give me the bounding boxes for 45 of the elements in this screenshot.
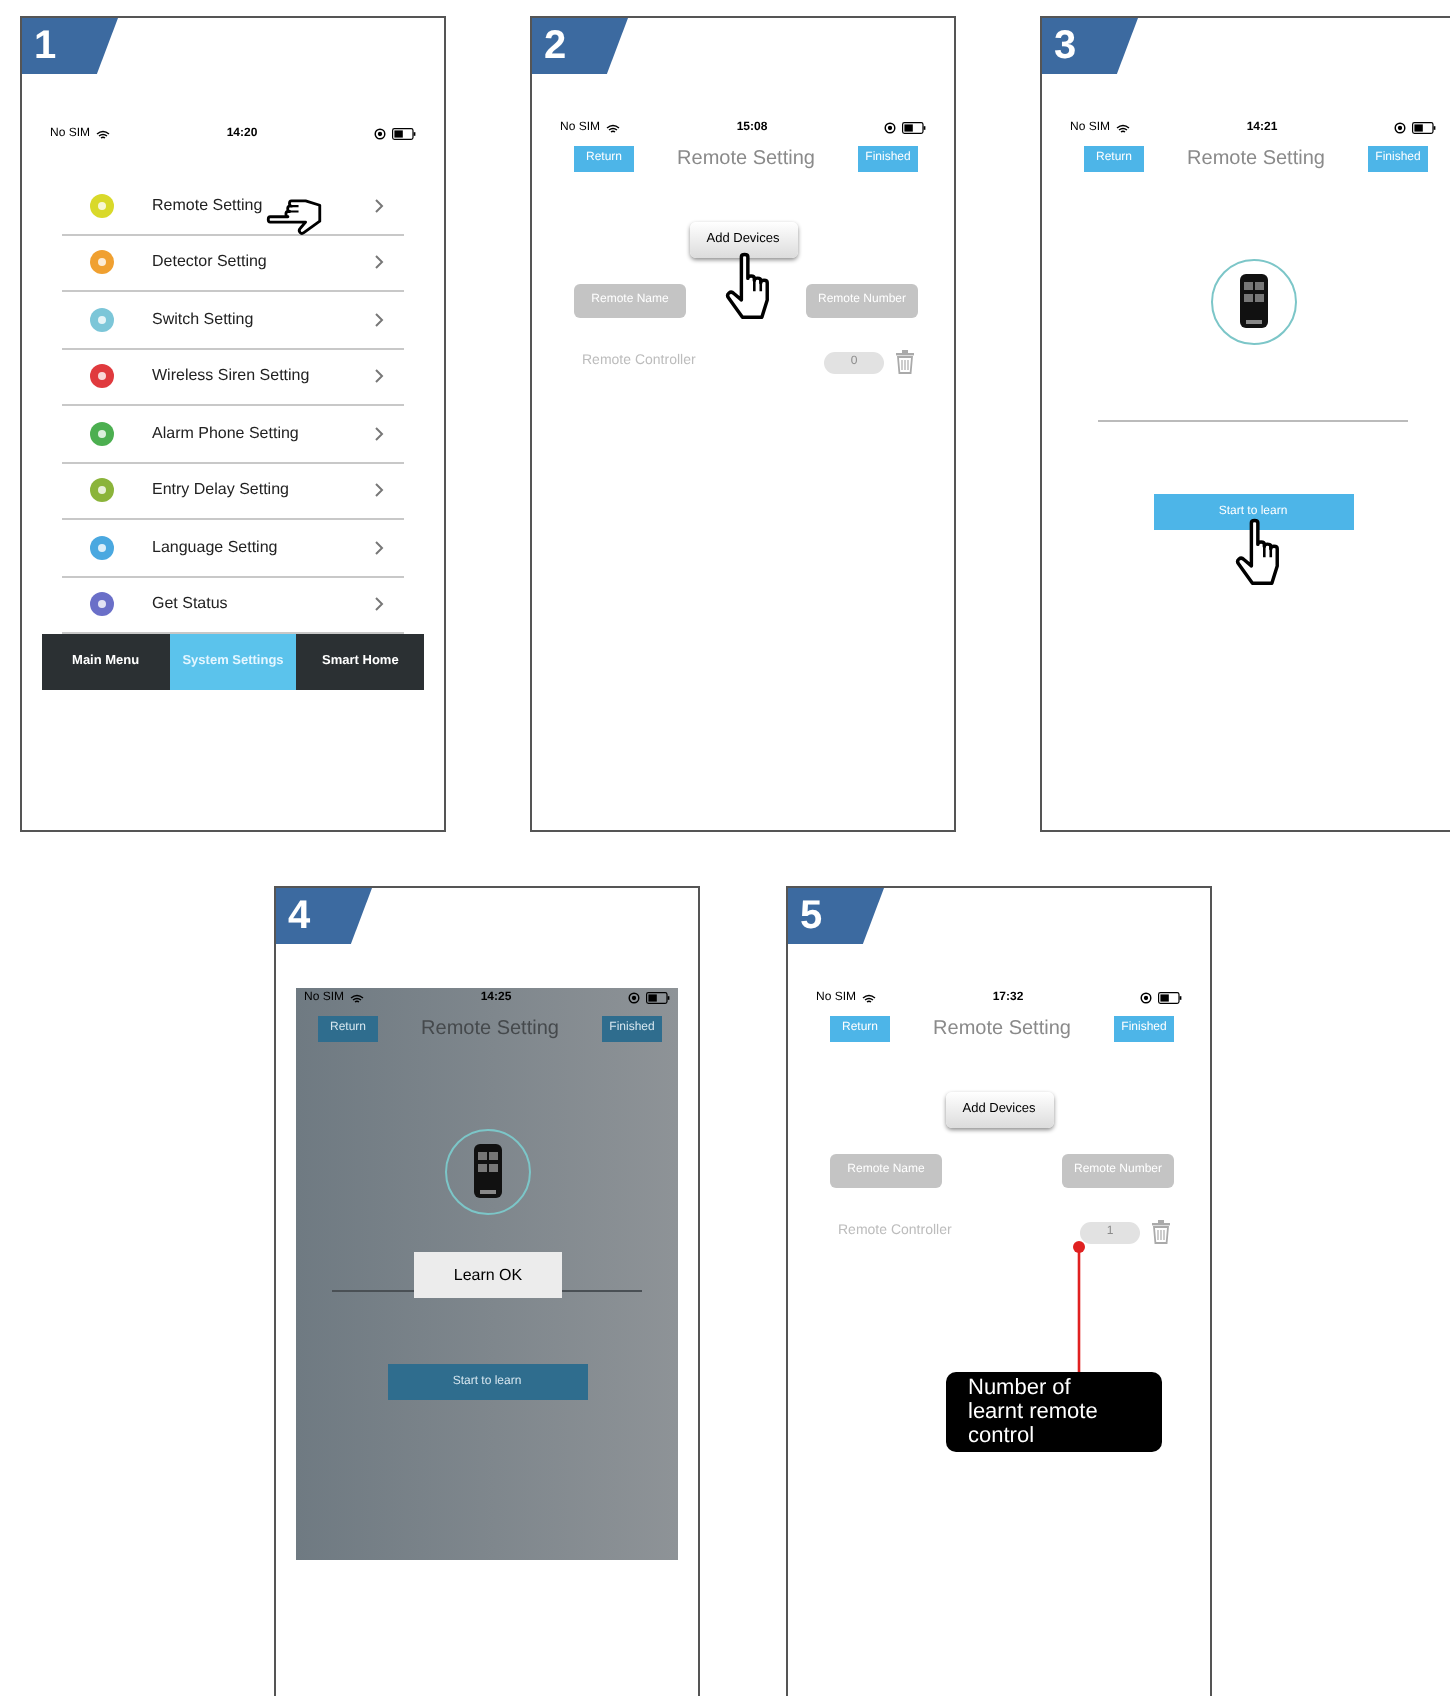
wifi-icon: [1116, 123, 1131, 133]
lock-rotation-icon: [884, 122, 896, 134]
remote-control-icon: [443, 1128, 531, 1216]
chevron-icon: [374, 197, 384, 214]
lock-rotation-icon: [628, 992, 640, 1004]
battery-icon: [1412, 122, 1436, 134]
menu-item[interactable]: Detector Setting: [62, 235, 404, 292]
callout-label: Number of learnt remote control: [946, 1372, 1162, 1452]
wifi-icon: [606, 123, 621, 133]
leader-line: [1072, 1240, 1086, 1372]
learn-ok-dialog: Learn OK: [414, 1252, 562, 1298]
battery-icon: [1158, 992, 1182, 1004]
menu-item[interactable]: Language Setting: [62, 520, 404, 577]
lock-rotation-icon: [1140, 992, 1152, 1004]
chevron-icon: [374, 311, 384, 328]
step-number: 3: [1042, 18, 1138, 74]
battery-icon: [392, 128, 416, 140]
screen-title: Remote Setting: [419, 1016, 561, 1044]
wifi-icon: [350, 993, 365, 1003]
battery-icon: [902, 122, 926, 134]
battery-icon: [646, 992, 670, 1004]
lock-rotation-icon: [374, 128, 386, 140]
step-number: 4: [276, 888, 372, 944]
step-number: 1: [22, 18, 118, 74]
chevron-icon: [374, 254, 384, 271]
wifi-icon: [862, 993, 877, 1003]
menu-item[interactable]: Switch Setting: [62, 292, 404, 349]
chevron-icon: [374, 368, 384, 385]
screen-title: Remote Setting: [675, 146, 817, 174]
trash-icon: [896, 350, 914, 374]
chevron-icon: [374, 482, 384, 499]
trash-icon: [1152, 1220, 1170, 1244]
screen-title: Remote Setting: [1185, 146, 1327, 174]
lock-rotation-icon: [1394, 122, 1406, 134]
remote-control-icon: [1209, 258, 1297, 346]
menu-item[interactable]: Alarm Phone Setting: [62, 406, 404, 463]
chevron-icon: [374, 539, 384, 556]
chevron-icon: [374, 425, 384, 442]
chevron-icon: [374, 596, 384, 613]
step-number: 2: [532, 18, 628, 74]
wifi-icon: [96, 129, 111, 139]
menu-item[interactable]: Wireless Siren Setting: [62, 349, 404, 406]
menu-item[interactable]: Entry Delay Setting: [62, 463, 404, 520]
step-number: 5: [788, 888, 884, 944]
screen-title: Remote Setting: [931, 1016, 1073, 1044]
